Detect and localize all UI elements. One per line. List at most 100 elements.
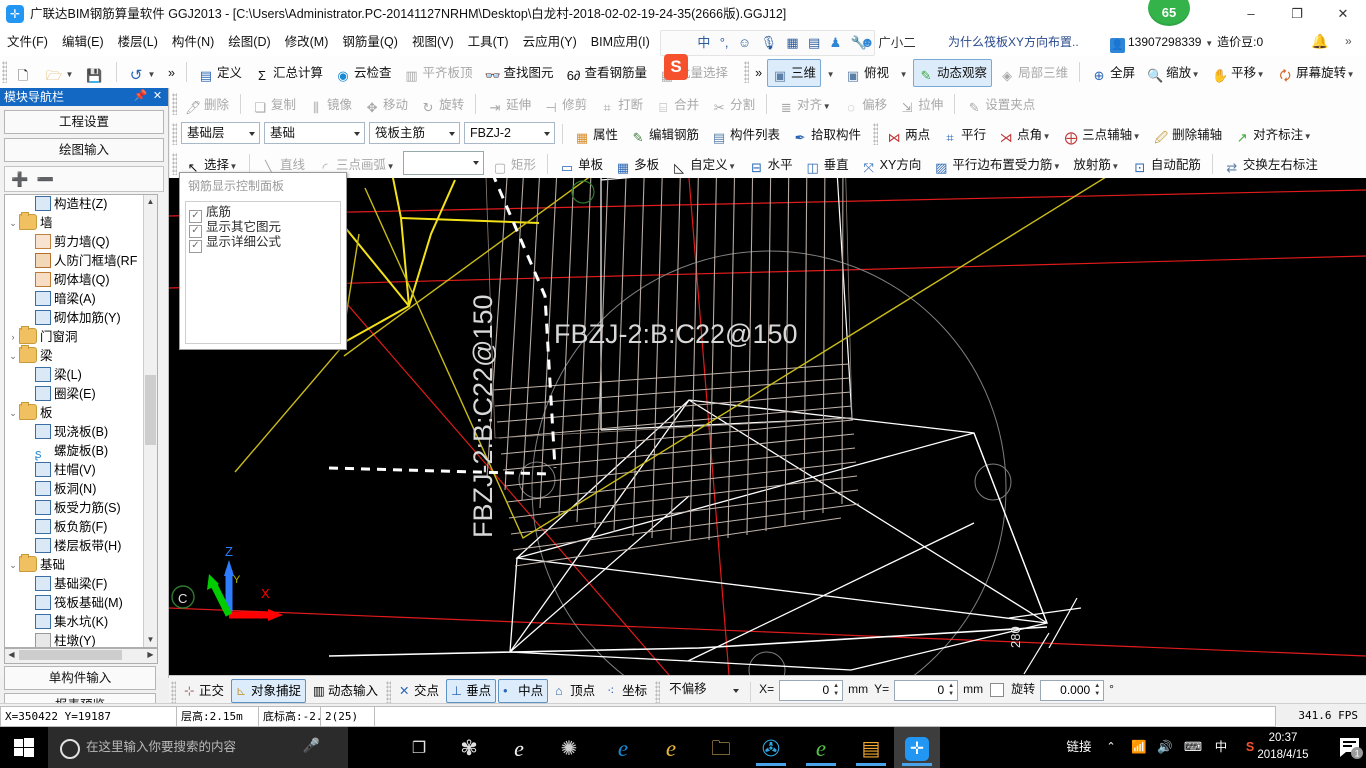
- notification-bell-icon[interactable]: 🔔: [1311, 33, 1328, 50]
- hscroll-thumb[interactable]: [19, 650, 122, 660]
- ime-lang-icon[interactable]: 中: [694, 31, 713, 55]
- menu-draw[interactable]: 绘图(D): [221, 28, 277, 56]
- checkbox-icon[interactable]: ✓: [189, 210, 202, 223]
- snap-grip-3[interactable]: [655, 681, 661, 703]
- project-settings-button[interactable]: 工程设置: [4, 110, 164, 134]
- menu-bim-apps[interactable]: BIM应用(I): [584, 28, 657, 56]
- three-d-dropdown[interactable]: ▼: [823, 59, 838, 87]
- tree-item-door-frame-wall[interactable]: 人防门框墙(RF: [5, 252, 143, 271]
- start-button[interactable]: [0, 727, 48, 768]
- zoom-button[interactable]: 🔍 缩放▼: [1142, 59, 1205, 87]
- component-name-combo[interactable]: FBZJ-2: [464, 122, 555, 144]
- checkbox-icon[interactable]: ✓: [189, 240, 202, 253]
- scroll-right-icon[interactable]: ▶: [144, 649, 157, 661]
- toolbar-more-right[interactable]: »: [752, 59, 765, 87]
- draw-toolbar-grip[interactable]: [172, 153, 177, 175]
- x-spinner[interactable]: ▲ ▼: [831, 682, 841, 699]
- chevron-down-icon[interactable]: ▼: [826, 62, 835, 88]
- toolbar-grip-2[interactable]: [744, 61, 750, 83]
- tree-horizontal-scrollbar[interactable]: ◀ ▶: [4, 648, 158, 664]
- parallel-edge-rebar-button[interactable]: ▨ 平行边布置受力筋▼: [928, 151, 1066, 179]
- taskbar-app-ie-old[interactable]: e: [496, 727, 542, 768]
- tree-group-wall[interactable]: ⌄ 墙: [5, 212, 143, 233]
- tree-item-hidden-beam[interactable]: 暗梁(A): [5, 290, 143, 309]
- menu-edit[interactable]: 编辑(E): [55, 28, 111, 56]
- tree-item-raft-foundation[interactable]: 筏板基础(M): [5, 594, 143, 613]
- chevron-down-icon[interactable]: ▼: [386, 154, 395, 180]
- taskbar-app-glodon-cloud[interactable]: ✇: [748, 727, 794, 768]
- chevron-down-icon[interactable]: ▼: [822, 94, 831, 120]
- tree-group-slab[interactable]: ⌄ 板: [5, 402, 143, 423]
- rebar-option-bottom[interactable]: ✓ 底筋: [189, 205, 340, 223]
- top-view-dropdown[interactable]: ▼: [896, 59, 911, 87]
- chevron-down-icon[interactable]: ▼: [1042, 124, 1051, 150]
- chevron-down-icon[interactable]: ⌄: [7, 347, 19, 366]
- radial-rebar-button[interactable]: 放射筋▼: [1068, 151, 1125, 179]
- chevron-down-icon[interactable]: ▼: [1111, 154, 1120, 180]
- tree-item-column-cap[interactable]: 柱帽(V): [5, 461, 143, 480]
- taskbar-search-box[interactable]: 在这里输入你要搜索的内容 🎤: [48, 727, 348, 768]
- summary-calc-button[interactable]: Σ 汇总计算: [249, 59, 328, 87]
- sogou-logo-icon[interactable]: S: [664, 54, 688, 80]
- taskbar-app-spiral[interactable]: ✺: [546, 727, 592, 768]
- draw-input-button[interactable]: 绘图输入: [4, 138, 164, 162]
- chevron-down-icon[interactable]: ▼: [1205, 34, 1214, 54]
- menu-rebar-qty[interactable]: 钢筋量(Q): [335, 28, 405, 56]
- three-point-aux-axis-button[interactable]: ⨁ 三点辅轴▼: [1058, 121, 1146, 149]
- snap-grip[interactable]: [171, 681, 176, 703]
- save-button[interactable]: 💾: [81, 59, 110, 87]
- three-d-button[interactable]: ▣ 三维: [767, 59, 822, 87]
- xy-direction-button[interactable]: ⤧ XY方向: [856, 151, 927, 179]
- scroll-thumb[interactable]: [145, 375, 156, 445]
- component-type-combo[interactable]: 筏板主筋: [369, 122, 460, 144]
- chevron-down-icon[interactable]: ▼: [1256, 62, 1265, 88]
- chevron-down-icon[interactable]: ▼: [65, 62, 74, 88]
- scroll-up-icon[interactable]: ▲: [144, 195, 157, 209]
- rebar-display-control-panel[interactable]: 钢筋显示控制面板 ✓ 底筋 ✓ 显示其它图元 ✓ 显示详细公式: [179, 172, 347, 350]
- expand-all-icon[interactable]: ➕: [11, 167, 28, 191]
- find-element-button[interactable]: 👓 查找图元: [480, 59, 559, 87]
- y-offset-input[interactable]: 0 ▲ ▼: [894, 680, 959, 701]
- taskbar-app-edge[interactable]: e: [600, 727, 646, 768]
- minimize-button[interactable]: –: [1228, 0, 1274, 28]
- tree-item-slab-main-rebar[interactable]: 板受力筋(S): [5, 499, 143, 518]
- axis-toolbar-grip[interactable]: [873, 123, 879, 145]
- chevron-down-icon[interactable]: ⌄: [7, 214, 19, 233]
- tray-clock[interactable]: 20:37 2018/4/15: [1246, 730, 1320, 764]
- component-list-button[interactable]: ▤ 构件列表: [706, 121, 785, 149]
- midpoint-snap-button[interactable]: • 中点: [498, 679, 549, 703]
- offset-combo[interactable]: 不偏移: [664, 680, 743, 699]
- delete-aux-axis-button[interactable]: 🖉 删除辅轴: [1148, 121, 1227, 149]
- multi-slab-button[interactable]: ▦ 多板: [610, 151, 664, 179]
- vertex-snap-button[interactable]: ⌂ 顶点: [550, 679, 600, 703]
- two-point-axis-button[interactable]: ⋈ 两点: [881, 121, 935, 149]
- chevron-down-icon[interactable]: ▼: [1191, 62, 1200, 88]
- properties-button[interactable]: ▦ 属性: [569, 121, 623, 149]
- component-toolbar-grip[interactable]: [172, 123, 177, 145]
- 3d-viewport[interactable]: Z X Y C FBZJ-2:B:C22@150 FBZJ-2:B:C22@15…: [169, 178, 1366, 675]
- pin-icon[interactable]: 📌: [133, 89, 148, 104]
- tray-chevron-up-icon[interactable]: ⌃: [1100, 727, 1122, 768]
- chevron-down-icon[interactable]: ▼: [147, 62, 156, 88]
- chevron-down-icon[interactable]: ▼: [1346, 62, 1355, 88]
- chevron-down-icon[interactable]: ▼: [899, 62, 908, 88]
- rotate-checkbox[interactable]: [990, 683, 1005, 697]
- tree-item-foundation-beam[interactable]: 基础梁(F): [5, 575, 143, 594]
- chevron-right-icon[interactable]: ›: [7, 328, 19, 347]
- category-combo[interactable]: 基础: [264, 122, 365, 144]
- account-info[interactable]: 👤 13907298339 ▼ 造价豆:0: [1110, 32, 1263, 54]
- task-view-button[interactable]: ❐: [396, 727, 442, 768]
- y-spinner[interactable]: ▲ ▼: [946, 682, 956, 699]
- ime-toolbox-icon[interactable]: ▤: [805, 31, 823, 55]
- close-icon[interactable]: ✕: [150, 89, 165, 104]
- tree-item-cast-slab[interactable]: 现浇板(B): [5, 423, 143, 442]
- tree-item-spiral-slab[interactable]: ʂ 螺旋板(B): [5, 442, 143, 461]
- new-file-button[interactable]: 🗋: [10, 59, 39, 87]
- microphone-icon[interactable]: 🎤: [303, 737, 320, 754]
- taskbar-app-fan[interactable]: ✾: [446, 727, 492, 768]
- volume-icon[interactable]: 🔊: [1154, 727, 1176, 768]
- coordinate-snap-button[interactable]: ⁖ 坐标: [602, 679, 652, 703]
- taskbar-app-ggj[interactable]: ✛: [894, 727, 940, 768]
- taskbar-app-360-browser[interactable]: e: [798, 727, 844, 768]
- screen-rotate-button[interactable]: 🗘 屏幕旋转▼: [1272, 59, 1360, 87]
